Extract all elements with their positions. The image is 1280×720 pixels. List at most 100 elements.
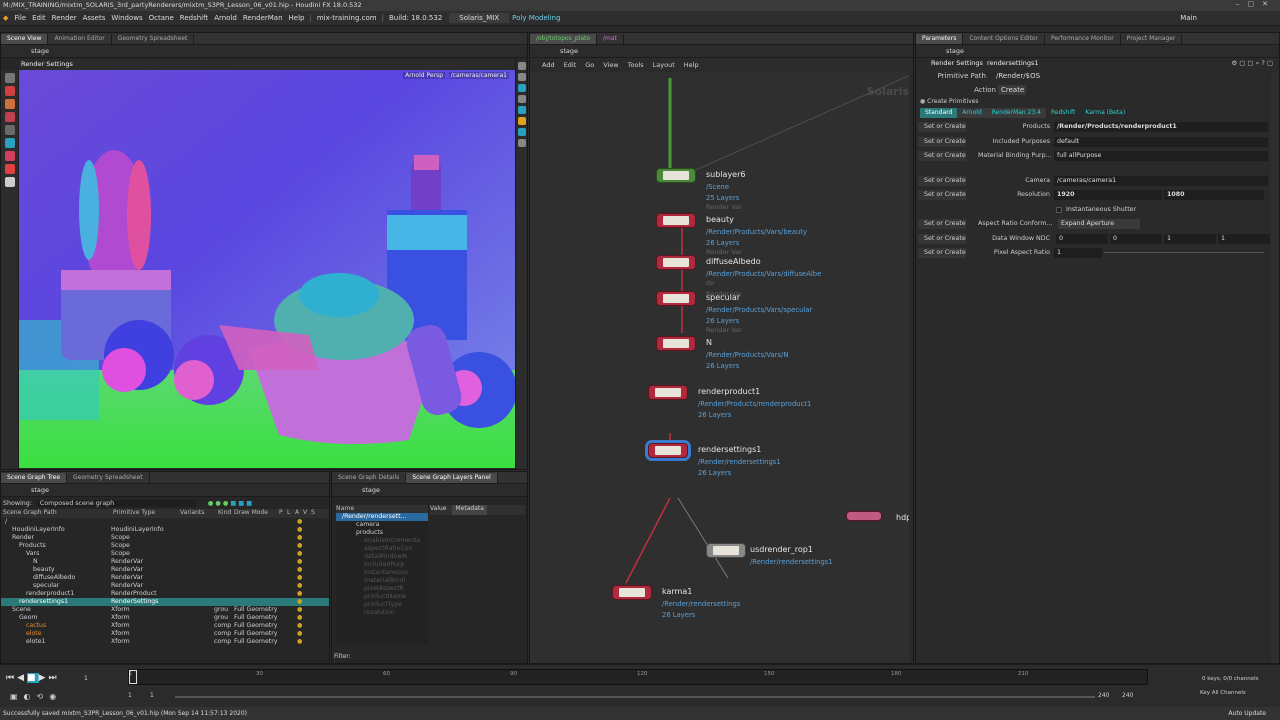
desktop-dropdown[interactable]: Solaris_MIX <box>449 13 510 23</box>
layers-selected-prim[interactable]: /Render/rendersett... <box>336 513 428 521</box>
tree-col-2[interactable]: Variants <box>178 509 216 518</box>
menu-help[interactable]: Help <box>286 14 308 22</box>
col-metadata[interactable]: Metadata <box>452 505 487 515</box>
node-name[interactable]: rendersettings1 <box>698 445 761 454</box>
param-field[interactable]: 1 <box>1164 233 1216 244</box>
node-name-field[interactable]: rendersettings1 <box>987 59 1039 67</box>
renderer-tab[interactable]: Standard <box>920 108 958 118</box>
set-or-create-dropdown[interactable]: Set or Create <box>918 122 966 132</box>
stage-path[interactable]: stage <box>31 486 49 494</box>
wire-icon[interactable] <box>517 95 526 103</box>
tree-row[interactable]: elote Xform comp Full Geometry ● <box>1 630 329 638</box>
tree-row[interactable]: / ● <box>1 518 329 526</box>
tab-geometry-spreadsheet-2[interactable]: Geometry Spreadsheet <box>67 473 150 483</box>
visibility-icon[interactable]: ● <box>297 518 302 526</box>
node-body[interactable] <box>656 336 696 351</box>
playhead[interactable] <box>129 670 137 684</box>
tree-col-8[interactable]: V <box>301 509 309 518</box>
sync-icons[interactable]: ▣◐⟲◉ <box>10 692 62 701</box>
network-menu-layout[interactable]: Layout <box>653 61 675 69</box>
layer-attribute[interactable]: aspectRatioCon <box>336 545 428 553</box>
visibility-icon[interactable]: ● <box>297 542 302 550</box>
node-body[interactable] <box>656 168 696 183</box>
start-frame-field-2[interactable]: 1 <box>150 692 154 699</box>
tab-parameters[interactable]: Parameters <box>916 34 964 44</box>
tab-animation-editor[interactable]: Animation Editor <box>48 34 112 44</box>
visibility-icon[interactable]: ● <box>297 558 302 566</box>
visibility-icon[interactable]: ● <box>297 590 302 598</box>
node-body[interactable] <box>648 385 688 400</box>
tree-row[interactable]: beauty RenderVar ● <box>1 566 329 574</box>
pose-tool-icon[interactable] <box>4 138 15 148</box>
param-field[interactable]: 1920 <box>1054 190 1162 200</box>
stage-path[interactable]: stage <box>560 47 578 55</box>
tree-row[interactable]: specular RenderVar ● <box>1 582 329 590</box>
tree-row[interactable]: HoudiniLayerInfo HoudiniLayerInfo ● <box>1 526 329 534</box>
tree-row[interactable]: N RenderVar ● <box>1 558 329 566</box>
current-frame[interactable]: 1 <box>84 675 88 682</box>
node-name[interactable]: karma1 <box>662 587 692 596</box>
param-field[interactable]: /cameras/camera1 <box>1054 175 1268 186</box>
node-name[interactable]: N <box>706 338 712 347</box>
tree-row[interactable]: Vars Scope ● <box>1 550 329 558</box>
menu-renderman[interactable]: RenderMan <box>240 14 286 22</box>
node-name[interactable]: beauty <box>706 215 734 224</box>
visibility-icon[interactable]: ● <box>297 566 302 574</box>
visibility-icon[interactable]: ● <box>297 526 302 534</box>
tab-performance-monitor[interactable]: Performance Monitor <box>1045 34 1121 44</box>
camera-menu[interactable]: /cameras/camera1 <box>448 72 509 79</box>
tree-row[interactable]: diffuseAlbedo RenderVar ● <box>1 574 329 582</box>
end-frame-field-2[interactable]: 240 <box>1122 692 1133 699</box>
set-or-create-dropdown[interactable]: Set or Create <box>918 219 966 229</box>
layer-attribute[interactable]: materialBindi <box>336 577 428 585</box>
set-or-create-dropdown[interactable]: Set or Create <box>918 190 966 200</box>
network-scrollbar[interactable] <box>909 73 913 663</box>
node-name[interactable]: sublayer6 <box>706 170 745 179</box>
auto-update-button[interactable]: Auto Update <box>1228 707 1266 720</box>
site-link[interactable]: mix-training.com <box>314 14 380 22</box>
menu-arnold[interactable]: Arnold <box>211 14 240 22</box>
node-name[interactable]: specular <box>706 293 740 302</box>
tree-row[interactable]: renderproduct1 RenderProduct ● <box>1 590 329 598</box>
renderer-tab[interactable]: Karma (Beta) <box>1080 108 1130 118</box>
param-toolbar-icons[interactable]: ⚙ ▢ ▢ ⌕ ? ▢ <box>1231 58 1273 69</box>
network-menu-tools[interactable]: Tools <box>628 61 644 69</box>
node-body[interactable] <box>612 585 652 600</box>
render-region-icon[interactable] <box>4 177 15 187</box>
param-field[interactable]: full allPurpose <box>1054 151 1268 161</box>
scale-tool-icon[interactable] <box>4 112 15 122</box>
visibility-icon[interactable]: ● <box>297 630 302 638</box>
tab-scene-graph-tree[interactable]: Scene Graph Tree <box>1 473 68 483</box>
node-body[interactable] <box>656 255 696 270</box>
tree-col-3[interactable]: Kind <box>216 509 232 518</box>
lock-camera-icon[interactable] <box>517 73 526 81</box>
set-or-create-dropdown[interactable]: Set or Create <box>918 233 966 244</box>
menu-render[interactable]: Render <box>49 14 80 22</box>
layer-attribute[interactable]: productType <box>336 601 428 609</box>
layer-child[interactable]: products <box>336 529 428 537</box>
tree-row[interactable]: cactus Xform comp Full Geometry ● <box>1 622 329 630</box>
tree-col-6[interactable]: L <box>285 509 293 518</box>
param-field[interactable]: default <box>1054 136 1268 147</box>
param-field[interactable]: 0 <box>1110 233 1162 244</box>
layer-attribute[interactable]: pixelAspectR <box>336 585 428 593</box>
tab-scene-graph-details[interactable]: Scene Graph Details <box>332 473 407 483</box>
param-field[interactable]: 1 <box>1218 233 1270 244</box>
ghost-icon[interactable] <box>517 84 526 92</box>
tree-col-9[interactable]: S <box>309 509 317 518</box>
start-frame-field[interactable]: 1 <box>128 692 132 699</box>
param-field[interactable]: 0 <box>1056 233 1108 244</box>
param-field[interactable]: 1 <box>1054 248 1102 258</box>
set-or-create-dropdown[interactable]: Set or Create <box>918 175 966 186</box>
layer-attribute[interactable]: productName <box>336 593 428 601</box>
node-body[interactable] <box>648 443 688 458</box>
action-dropdown[interactable]: Create <box>998 85 1026 95</box>
tree-col-1[interactable]: Primitive Type <box>111 509 178 518</box>
renderer-label[interactable]: Arnold Persp <box>403 72 445 79</box>
node-body[interactable] <box>656 291 696 306</box>
light-icon[interactable] <box>517 128 526 136</box>
select-tool-icon[interactable] <box>4 73 15 83</box>
menu-edit[interactable]: Edit <box>29 14 49 22</box>
tab-content-options[interactable]: Content Options Editor <box>963 34 1045 44</box>
tab-mat[interactable]: /mat <box>597 34 624 44</box>
